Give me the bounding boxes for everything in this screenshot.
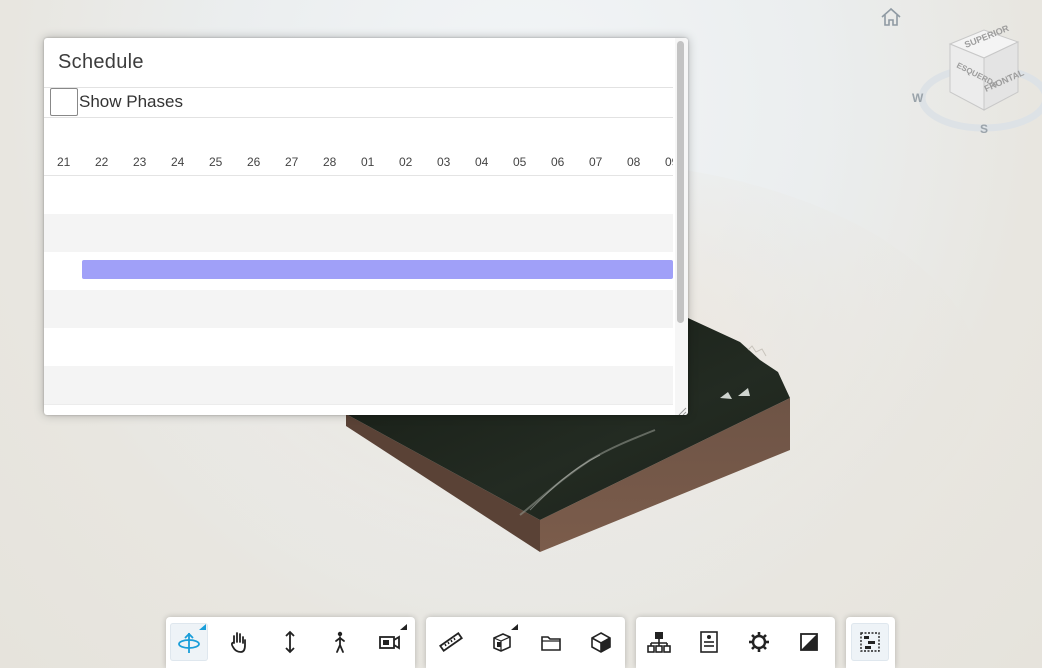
toolbar-navigation-group: [166, 617, 415, 668]
gantt-row: [44, 214, 673, 252]
camera-icon: [379, 635, 400, 650]
timeline-day-label: 07: [589, 155, 603, 169]
timeline-day-label: 06: [551, 155, 565, 169]
fullscreen-icon: [800, 633, 818, 651]
first-person-button[interactable]: [321, 623, 359, 661]
timeline-day-label: 22: [95, 155, 109, 169]
schedule-button[interactable]: [851, 623, 889, 661]
options-row: Show Phases: [44, 87, 673, 118]
gantt-rows: [44, 176, 673, 415]
resize-grip-icon[interactable]: [677, 403, 687, 415]
properties-icon: [700, 631, 718, 653]
toolbar-extensions-group: [846, 617, 895, 668]
timeline-day-label: 05: [513, 155, 527, 169]
section-button[interactable]: [482, 623, 520, 661]
compass-west-label[interactable]: W: [912, 91, 924, 105]
settings-button[interactable]: [740, 623, 778, 661]
pan-hand-icon: [231, 632, 246, 653]
timeline-day-label: 24: [171, 155, 185, 169]
submenu-triangle-icon: [400, 624, 407, 630]
timeline-day-label: 23: [133, 155, 147, 169]
gantt-row: [44, 366, 673, 405]
explode-button[interactable]: [532, 623, 570, 661]
structure-tree-icon: [647, 632, 671, 653]
timeline-day-label: 04: [475, 155, 489, 169]
properties-button[interactable]: [690, 623, 728, 661]
timeline-day-label: 25: [209, 155, 223, 169]
timeline-day-label: 08: [627, 155, 641, 169]
timeline-day-label: 26: [247, 155, 261, 169]
model-browser-icon: [591, 632, 611, 653]
orbit-icon: [178, 632, 200, 653]
measure-ruler-icon: [439, 631, 463, 653]
submenu-triangle-icon: [199, 624, 206, 630]
timeline-day-label: 02: [399, 155, 413, 169]
gantt-row: [44, 328, 673, 367]
timeline-day-label: 27: [285, 155, 299, 169]
schedule-grid-icon: [860, 632, 880, 652]
zoom-button[interactable]: [271, 623, 309, 661]
fullscreen-button[interactable]: [790, 623, 828, 661]
timeline-header: 21 22 23 24 25 26 27 28 01 02 03 04 05 06 07 08 09: [44, 152, 673, 176]
timeline-day-label: 21: [57, 155, 71, 169]
timeline-day-label: 09: [665, 155, 673, 169]
view-cube[interactable]: W S SUPERIOR ESQUERDA FRONTAL: [912, 23, 1042, 136]
toolbar-settings-group: [636, 617, 835, 668]
timeline-day-label: 01: [361, 155, 375, 169]
first-person-icon: [335, 631, 345, 653]
task-bar[interactable]: [82, 260, 673, 279]
measure-button[interactable]: [432, 623, 470, 661]
gantt-row: [44, 252, 673, 290]
compass-south-label[interactable]: S: [980, 122, 988, 136]
show-phases-checkbox[interactable]: [50, 88, 78, 116]
section-box-icon: [493, 633, 511, 652]
gear-icon: [749, 632, 769, 652]
camera-button[interactable]: [371, 623, 409, 661]
model-browser-button[interactable]: [582, 623, 620, 661]
home-view-icon[interactable]: [878, 6, 904, 28]
show-phases-label[interactable]: Show Phases: [79, 92, 183, 112]
gantt-row: [44, 290, 673, 328]
timeline-day-label: 28: [323, 155, 337, 169]
zoom-arrows-icon: [285, 630, 295, 654]
pan-button[interactable]: [220, 623, 258, 661]
schedule-panel: Schedule Show Phases 21 22 23 24 25 26 27 28 01 0…: [44, 38, 688, 415]
gantt-row: [44, 176, 673, 214]
panel-title: Schedule: [58, 51, 144, 73]
toolbar-analysis-group: [426, 617, 625, 668]
structure-button[interactable]: [640, 623, 678, 661]
submenu-triangle-icon: [511, 624, 518, 630]
scrollbar-thumb[interactable]: [677, 41, 684, 323]
timeline-day-label: 03: [437, 155, 451, 169]
explode-icon: [541, 636, 561, 651]
orbit-button[interactable]: [170, 623, 208, 661]
